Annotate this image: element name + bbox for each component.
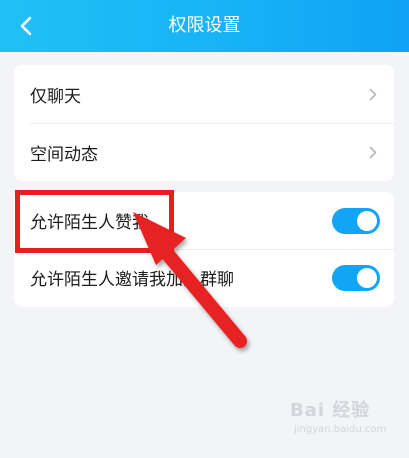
settings-group-strangers: 允许陌生人赞我 允许陌生人邀请我加入群聊 xyxy=(14,192,394,307)
back-button[interactable] xyxy=(10,10,42,42)
chevron-right-icon xyxy=(366,87,380,101)
setting-row-allow-stranger-group-invite: 允许陌生人邀请我加入群聊 xyxy=(14,249,394,306)
permission-settings-screen: 权限设置 仅聊天 空间动态 允许陌生人赞我 允许陌生人邀请我加入群聊 Bai 经… xyxy=(0,0,409,458)
setting-label: 空间动态 xyxy=(30,144,98,165)
watermark-logo: Bai 经验 xyxy=(290,400,371,421)
setting-label: 仅聊天 xyxy=(30,86,81,107)
back-arrow-icon xyxy=(20,16,32,36)
toggle-knob xyxy=(357,267,377,288)
toggle-knob xyxy=(357,210,377,231)
setting-label: 允许陌生人邀请我加入群聊 xyxy=(30,270,234,290)
watermark-url: jingyan.baidu.com xyxy=(294,424,387,435)
settings-group-visibility: 仅聊天 空间动态 xyxy=(14,65,394,181)
top-nav-bar: 权限设置 xyxy=(0,0,409,52)
setting-row-space-feed[interactable]: 空间动态 xyxy=(14,123,394,181)
chevron-right-icon xyxy=(366,145,380,159)
baidu-jingyan-watermark: Bai 经验 jingyan.baidu.com xyxy=(290,396,400,444)
page-title: 权限设置 xyxy=(168,15,241,36)
setting-row-chat-only[interactable]: 仅聊天 xyxy=(14,65,394,123)
allow-stranger-group-invite-toggle[interactable] xyxy=(332,264,380,291)
allow-stranger-likes-toggle[interactable] xyxy=(332,207,380,234)
setting-label: 允许陌生人赞我 xyxy=(30,213,149,233)
setting-row-allow-stranger-likes: 允许陌生人赞我 xyxy=(14,192,394,249)
